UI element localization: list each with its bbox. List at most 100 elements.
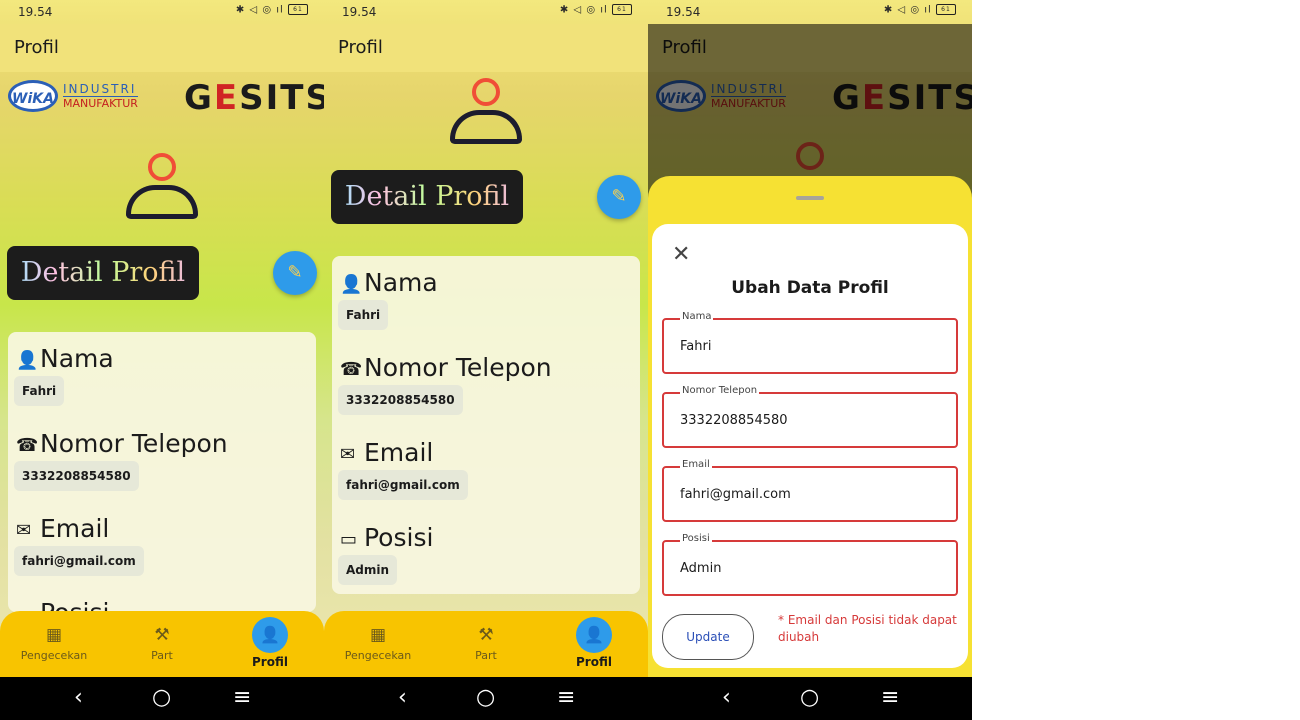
profile-card: 👤Nama Fahri ☎Nomor Telepon 3332208854580… bbox=[332, 256, 640, 594]
nav-label: Pengecekan bbox=[20, 649, 88, 662]
status-icons: ✱ ◁ ◎ ıl 61 bbox=[560, 4, 632, 16]
battery-icon: 61 bbox=[288, 4, 308, 15]
grid-icon: ▦ bbox=[45, 625, 63, 645]
status-bar: 19.54 ✱ ◁ ◎ ıl 61 bbox=[0, 0, 324, 24]
field-email-label: ✉ Email bbox=[340, 438, 433, 467]
phone-screen-1: 19.54 ✱ ◁ ◎ ıl 61 Profil WiKA INDUSTRI M… bbox=[0, 0, 324, 720]
telepon-field-label: Nomor Telepon bbox=[680, 385, 760, 396]
status-bar: 19.54 ✱ ◁ ◎ ıl 61 bbox=[648, 0, 972, 24]
field-nama-value: Fahri bbox=[14, 376, 65, 406]
grid-icon: ▦ bbox=[369, 625, 387, 645]
menu-icon[interactable]: ≡ bbox=[881, 685, 899, 710]
nav-label: Part bbox=[151, 649, 173, 662]
nama-field[interactable]: Nama Fahri bbox=[662, 311, 958, 374]
gesits-logo: GESITS bbox=[184, 78, 324, 118]
profile-card: 👤Nama Fahri ☎Nomor Telepon 3332208854580… bbox=[8, 332, 316, 612]
gesits-e: E bbox=[213, 78, 240, 118]
field-email-label: ✉ Email bbox=[16, 514, 109, 543]
close-icon[interactable]: ✕ bbox=[672, 242, 690, 267]
nav-label: Pengecekan bbox=[344, 649, 412, 662]
posisi-field[interactable]: Posisi Admin bbox=[662, 533, 958, 596]
status-time: 19.54 bbox=[18, 5, 53, 19]
status-time: 19.54 bbox=[666, 5, 701, 19]
menu-icon[interactable]: ≡ bbox=[557, 685, 575, 710]
battery-icon: 61 bbox=[612, 4, 632, 15]
email-field-value: fahri@gmail.com bbox=[680, 487, 791, 502]
status-icons: ✱ ◁ ◎ ıl 61 bbox=[884, 4, 956, 16]
back-icon[interactable]: ‹ bbox=[398, 685, 407, 710]
system-nav-bar: ‹ ○ ≡ bbox=[0, 677, 324, 720]
menu-icon[interactable]: ≡ bbox=[233, 685, 251, 710]
nav-label: Part bbox=[475, 649, 497, 662]
field-telepon-label: ☎Nomor Telepon bbox=[340, 353, 552, 382]
bottom-nav: ▦ Pengecekan ⚒ Part 👤 Profil bbox=[0, 611, 324, 677]
gesits-rest: SITS bbox=[239, 78, 324, 118]
nav-pengecekan[interactable]: ▦ Pengecekan bbox=[0, 611, 108, 677]
avatar-head bbox=[148, 153, 176, 181]
detail-profil-badge: Detail Profil bbox=[7, 246, 199, 300]
detail-profil-title: Detail Profil bbox=[7, 246, 199, 300]
system-nav-bar: ‹ ○ ≡ bbox=[648, 677, 972, 720]
field-posisi-label: ▭Posisi bbox=[16, 598, 109, 612]
avatar-head bbox=[472, 78, 500, 106]
field-nama-label: 👤Nama bbox=[340, 268, 438, 297]
field-telepon-label: ☎Nomor Telepon bbox=[16, 429, 228, 458]
edit-profile-button[interactable]: ✎ bbox=[273, 251, 317, 295]
field-telepon-value: 3332208854580 bbox=[338, 385, 463, 415]
bottom-nav: ▦ Pengecekan ⚒ Part 👤 Profil bbox=[324, 611, 648, 677]
field-posisi-value: Admin bbox=[338, 555, 398, 585]
home-icon[interactable]: ○ bbox=[800, 685, 819, 710]
update-button[interactable]: Update bbox=[662, 614, 754, 660]
person-icon: 👤 bbox=[576, 617, 612, 653]
nav-pengecekan[interactable]: ▦ Pengecekan bbox=[324, 611, 432, 677]
nav-profil[interactable]: 👤 Profil bbox=[540, 611, 648, 677]
person-icon: 👤 bbox=[340, 273, 363, 295]
nav-part[interactable]: ⚒ Part bbox=[108, 611, 216, 677]
label-text: Email bbox=[364, 438, 434, 467]
battery-icon: 61 bbox=[936, 4, 956, 15]
page-title: Profil bbox=[338, 37, 383, 58]
page-title: Profil bbox=[14, 37, 59, 58]
system-nav-bar: ‹ ○ ≡ bbox=[324, 677, 648, 720]
status-time: 19.54 bbox=[342, 5, 377, 19]
nav-label: Profil bbox=[576, 655, 612, 669]
detail-profil-badge: Detail Profil bbox=[331, 170, 523, 224]
email-icon: ✉ bbox=[340, 443, 356, 465]
back-icon[interactable]: ‹ bbox=[722, 685, 731, 710]
gesits-g: G bbox=[184, 78, 214, 118]
tools-icon: ⚒ bbox=[478, 625, 494, 645]
label-text: Posisi bbox=[364, 523, 434, 552]
label-text: Nomor Telepon bbox=[40, 429, 228, 458]
form-title: Ubah Data Profil bbox=[731, 278, 889, 298]
drag-handle[interactable] bbox=[796, 196, 824, 200]
nav-label: Profil bbox=[252, 655, 288, 669]
nav-profil[interactable]: 👤 Profil bbox=[216, 611, 324, 677]
phone-icon: ☎ bbox=[16, 434, 39, 456]
nav-part[interactable]: ⚒ Part bbox=[432, 611, 540, 677]
status-icon-group: ✱ ◁ ◎ ıl bbox=[883, 4, 932, 16]
email-field-label: Email bbox=[680, 459, 712, 470]
edit-profile-button[interactable]: ✎ bbox=[597, 175, 641, 219]
email-field[interactable]: Email fahri@gmail.com bbox=[662, 459, 958, 522]
tools-icon: ⚒ bbox=[154, 625, 170, 645]
field-telepon-value: 3332208854580 bbox=[14, 461, 139, 491]
telepon-field[interactable]: Nomor Telepon 3332208854580 bbox=[662, 385, 958, 448]
phone-screen-2: 19.54 ✱ ◁ ◎ ıl 61 Profil Detail Profil ✎… bbox=[324, 0, 648, 720]
status-icons: ✱ ◁ ◎ ıl 61 bbox=[236, 4, 308, 16]
posisi-field-value: Admin bbox=[680, 561, 722, 576]
pencil-icon: ✎ bbox=[611, 186, 627, 207]
posisi-field-label: Posisi bbox=[680, 533, 712, 544]
back-icon[interactable]: ‹ bbox=[74, 685, 83, 710]
person-icon: 👤 bbox=[252, 617, 288, 653]
person-icon: 👤 bbox=[16, 349, 39, 371]
logo-manufaktur-text: MANUFAKTUR bbox=[63, 96, 138, 110]
phone-icon: ☎ bbox=[340, 358, 363, 380]
logo-industri-text: INDUSTRI bbox=[63, 82, 137, 96]
field-email-value: fahri@gmail.com bbox=[338, 470, 468, 500]
monitor-icon: ▭ bbox=[340, 528, 358, 550]
home-icon[interactable]: ○ bbox=[152, 685, 171, 710]
wika-logo: WiKA bbox=[8, 80, 58, 112]
label-text: Posisi bbox=[40, 598, 109, 612]
phone-screen-3: 19.54 ✱ ◁ ◎ ıl 61 Profil WiKA INDUSTRI M… bbox=[648, 0, 972, 720]
home-icon[interactable]: ○ bbox=[476, 685, 495, 710]
